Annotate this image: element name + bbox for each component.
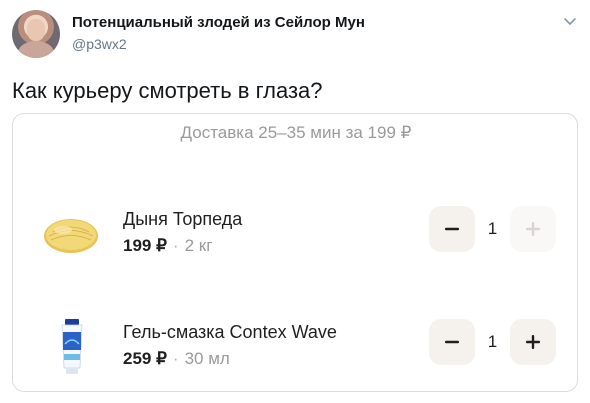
- avatar-body: [18, 41, 54, 58]
- item-unit: 30 мл: [184, 349, 230, 368]
- separator-dot: ·: [172, 236, 179, 255]
- item-price-line: 199 ₽ · 2 кг: [123, 236, 212, 256]
- minus-icon: [445, 227, 459, 231]
- separator-dot: ·: [172, 349, 179, 368]
- plus-icon: [526, 335, 540, 349]
- increase-quantity-button[interactable]: [510, 206, 556, 252]
- cart-item: Дыня Торпеда 199 ₽ · 2 кг 1: [13, 199, 577, 269]
- item-unit: 2 кг: [184, 236, 213, 255]
- avatar-face: [27, 19, 45, 41]
- quantity-value: 1: [487, 219, 498, 238]
- gel-tube-image: [61, 319, 83, 374]
- author-name[interactable]: Потенциальный злодей из Сейлор Мун: [72, 14, 365, 31]
- decrease-quantity-button[interactable]: [429, 206, 475, 252]
- plus-icon: [526, 222, 540, 236]
- melon-image: [44, 219, 98, 253]
- decrease-quantity-button[interactable]: [429, 319, 475, 365]
- item-price-line: 259 ₽ · 30 мл: [123, 349, 230, 369]
- minus-icon: [445, 340, 459, 344]
- chevron-down-icon[interactable]: [563, 14, 577, 28]
- quantity-value: 1: [487, 332, 498, 351]
- tweet-text: Как курьеру смотреть в глаза?: [12, 78, 323, 103]
- avatar[interactable]: [12, 10, 60, 58]
- item-title[interactable]: Гель-смазка Contex Wave: [123, 322, 337, 343]
- delivery-info: Доставка 25–35 мин за 199 ₽: [180, 123, 412, 142]
- cart-item: Гель-смазка Contex Wave 259 ₽ · 30 мл 1: [13, 312, 577, 382]
- increase-quantity-button[interactable]: [510, 319, 556, 365]
- author-handle[interactable]: @p3wx2: [72, 36, 127, 52]
- item-price: 199 ₽: [123, 236, 167, 255]
- attached-image-card[interactable]: Доставка 25–35 мин за 199 ₽ Дыня Торпеда…: [12, 113, 578, 392]
- item-price: 259 ₽: [123, 349, 167, 368]
- item-title[interactable]: Дыня Торпеда: [123, 209, 242, 230]
